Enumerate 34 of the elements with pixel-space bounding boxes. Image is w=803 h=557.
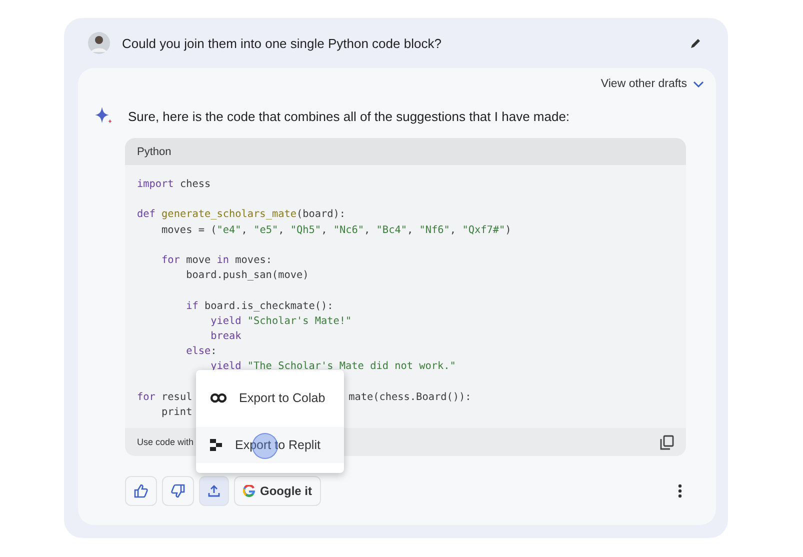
code-line: break <box>210 330 242 344</box>
code-line: if board.is_checkmate(): <box>185 300 334 314</box>
copy-icon[interactable] <box>660 434 674 450</box>
code-line: yield "The Scholar's Mate did not work." <box>210 360 457 374</box>
edit-icon[interactable] <box>690 37 702 49</box>
upload-icon <box>208 485 220 498</box>
chevron-icon <box>693 80 704 88</box>
thumbs-down-icon <box>171 484 185 498</box>
more-icon <box>678 484 682 498</box>
footer-text: Use code with <box>137 437 194 448</box>
thumbs-up-icon <box>134 484 148 498</box>
code-line: board.push_san(move) <box>185 269 310 284</box>
menu-item[interactable]: Export to Colab <box>196 380 344 416</box>
blocks-icon <box>210 438 223 452</box>
infinity-loop-icon <box>210 392 227 403</box>
avatar-icon <box>88 32 110 54</box>
code-line: for resul <box>137 392 192 403</box>
g-logo-icon <box>243 485 255 498</box>
response-text: Sure, here is the code that combines all of the suggestions that I have made: <box>128 108 570 124</box>
google-it-button[interactable]: Google it <box>234 476 321 506</box>
code-line: mate(chess.Board()): <box>348 390 472 405</box>
thumbs-down-button[interactable] <box>162 476 194 506</box>
code-line: print <box>160 406 194 420</box>
code-line: yield "Scholar's Mate!" <box>210 314 353 329</box>
language-label: Python <box>137 146 172 158</box>
prompt-text: Could you join them into one single Python code block? <box>122 36 442 50</box>
code-line: moves = ("e4", "e5", "Qh5", "Nc6", "Bc4", "Nf6", "Qxf7#") <box>160 224 512 238</box>
share-button[interactable] <box>199 476 229 506</box>
thumbs-up-button[interactable] <box>125 476 157 506</box>
code-line: def generate_scholars_mate(board): <box>137 208 347 222</box>
code-line: for move in moves: <box>160 254 273 268</box>
view-drafts-button[interactable]: View other drafts <box>600 76 704 92</box>
code-line: import chess <box>137 178 212 192</box>
code-line: else: <box>185 345 218 360</box>
